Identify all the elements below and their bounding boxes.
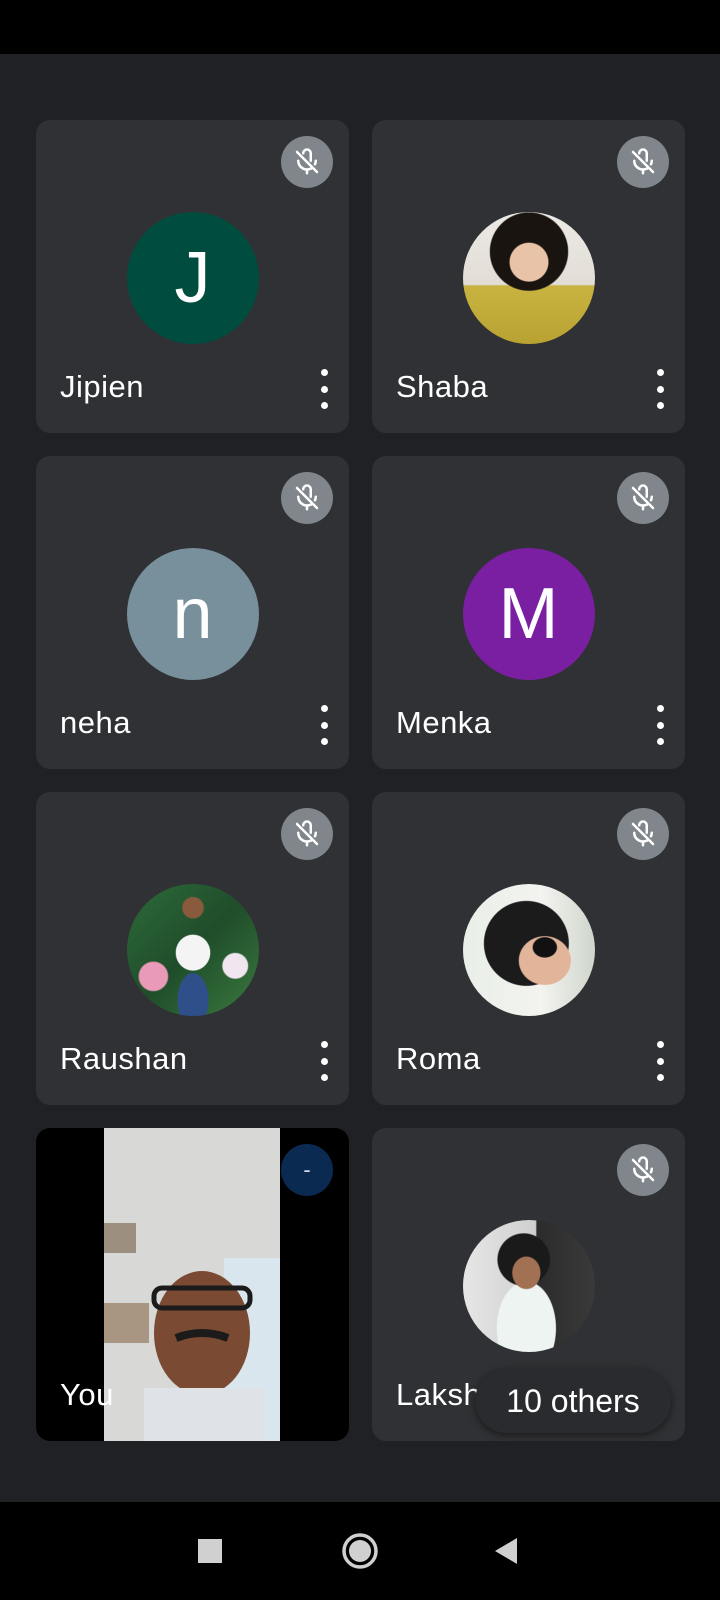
avatar-photo (462, 884, 595, 1016)
mic-off-icon (617, 808, 669, 860)
avatar-photo (462, 212, 595, 344)
mic-off-icon (617, 1144, 669, 1196)
mic-off-icon (281, 472, 333, 524)
mic-off-icon (281, 136, 333, 188)
more-vert-icon[interactable] (313, 369, 335, 409)
avatar: M (462, 548, 595, 680)
avatar-photo (126, 884, 259, 1016)
participant-tile-neha[interactable]: n neha (36, 456, 349, 769)
participant-name: Jipien (60, 369, 144, 404)
more-vert-icon[interactable] (313, 1041, 335, 1081)
participant-tile-roma[interactable]: Roma (372, 792, 685, 1105)
avatar-letter: n (172, 574, 213, 654)
status-bar (0, 0, 720, 54)
participant-tile-menka[interactable]: M Menka (372, 456, 685, 769)
more-vert-icon[interactable] (313, 705, 335, 745)
back-triangle-icon[interactable] (466, 1502, 546, 1600)
more-vert-icon[interactable] (649, 705, 671, 745)
participant-name: Raushan (60, 1041, 188, 1076)
others-button[interactable]: 10 others (475, 1369, 671, 1433)
self-video-tile[interactable]: - You (36, 1128, 349, 1441)
more-vert-icon[interactable] (649, 1041, 671, 1081)
avatar: n (126, 548, 259, 680)
participant-name: Menka (396, 705, 492, 740)
mic-off-icon (281, 808, 333, 860)
participant-name: Shaba (396, 369, 489, 404)
more-vert-icon[interactable] (649, 369, 671, 409)
participant-name: neha (60, 705, 131, 740)
navigation-bar (0, 1502, 720, 1600)
avatar: J (126, 212, 259, 344)
participant-grid: J Jipien Shaba n neha M Menka Raushan Ro… (0, 54, 720, 1502)
participant-name: Roma (396, 1041, 481, 1076)
participant-tile-shaba[interactable]: Shaba (372, 120, 685, 433)
participant-tile-jipien[interactable]: J Jipien (36, 120, 349, 433)
mic-off-icon (617, 472, 669, 524)
participant-name: You (60, 1377, 114, 1412)
home-circle-icon[interactable] (320, 1502, 400, 1600)
mic-off-icon (617, 136, 669, 188)
avatar-photo (462, 1220, 595, 1352)
self-video-feed (104, 1128, 280, 1441)
self-status-badge: - (281, 1144, 333, 1196)
avatar-letter: J (174, 238, 211, 318)
avatar-letter: M (498, 574, 559, 654)
participant-tile-raushan[interactable]: Raushan (36, 792, 349, 1105)
stop-square-icon[interactable] (170, 1502, 250, 1600)
